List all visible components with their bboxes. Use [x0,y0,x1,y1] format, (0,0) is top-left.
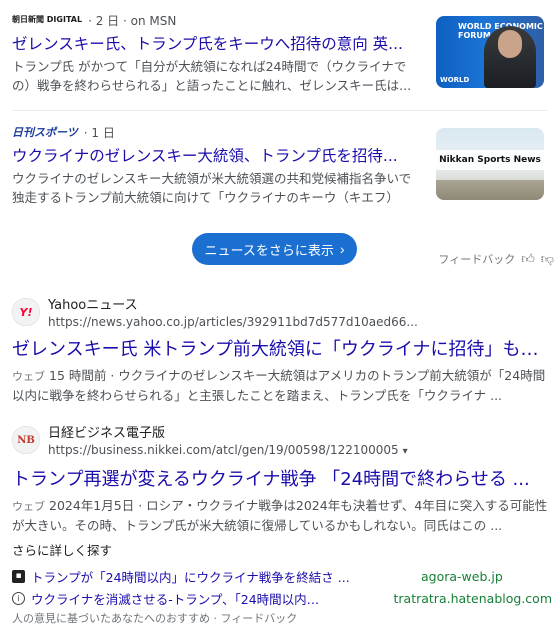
news-meta: · 2 日 · on MSN [88,13,177,28]
news-meta: · 1 日 [83,125,115,140]
explore-title[interactable]: トランプが「24時間以内」にウクライナ戦争を終結さ ... [31,567,351,586]
news-thumbnail[interactable]: Nikkan Sports News [436,128,544,200]
feedback-link[interactable]: フィードバック [438,251,515,267]
news-snippet: ウクライナのゼレンスキー大統領が米大統領選の共和党候補指名争いで独走するトランプ… [12,171,412,205]
news-item-1[interactable]: 朝日新聞 DIGITAL · 2 日 · on MSN ゼレンスキー氏、トランプ… [12,12,552,95]
result-title[interactable]: ゼレンスキー氏 米トランプ前大統領に「ウクライナに招待」も ... [12,338,542,362]
snippet-text: 15 時間前 · ウクライナのゼレンスキー大統領はアメリカのトランプ前大統領が「… [12,368,546,403]
site-url-text: https://business.nikkei.com/atcl/gen/19/… [48,443,399,457]
result-site[interactable]: Y! Yahooニュース https://news.yahoo.co.jp/ar… [12,298,552,330]
result-title[interactable]: トランプ再選が変えるウクライナ戦争 「24時間で終わらせる ... [12,468,542,492]
chevron-right-icon: › [339,241,345,257]
news-title[interactable]: ゼレンスキー氏、トランプ氏をキーウへ招待の意向 英... [12,33,422,55]
explore-domain: agora-web.jp [421,568,503,584]
search-result-2: NB 日経ビジネス電子版 https://business.nikkei.com… [12,426,552,534]
footer-partial-text: 人の意見に基づいたあなたへのおすすめ · フィードバック [12,612,298,625]
explore-item-1[interactable]: ▪ トランプが「24時間以内」にウクライナ戦争を終結さ ... agora-we… [12,567,552,585]
asahi-logo: 朝日新聞 DIGITAL [12,15,83,24]
site-favicon-icon: i [12,591,25,605]
explore-domain: tratratra.hatenablog.com [393,590,553,606]
result-snippet: ウェブ 2024年1月5日 · ロシア・ウクライナ戦争は2024年も決着せず、4年… [12,496,552,534]
result-snippet: ウェブ 15 時間前 · ウクライナのゼレンスキー大統領はアメリカのトランプ前大統… [12,366,552,404]
news-item-2[interactable]: 日刊スポーツ · 1 日 ウクライナのゼレンスキー大統領、トランプ氏を招待...… [12,124,552,207]
result-site[interactable]: NB 日経ビジネス電子版 https://business.nikkei.com… [12,426,552,460]
thumbs-up-icon[interactable]: 👍︎ [521,252,535,267]
yahoo-favicon-icon: Y! [12,298,40,326]
person-face [498,30,522,58]
more-news-label: ニュースをさらに表示 [204,242,334,258]
nikkei-favicon-icon: NB [12,426,40,454]
thumbnail-caption: Nikkan Sports News [436,150,544,170]
divider [12,110,548,111]
explore-item-2[interactable]: i ウクライナを消滅させる-トランプ、「24時間以内に ... tratratr… [12,589,552,607]
feedback-bar: フィードバック 👍︎ 👎︎ [438,251,554,267]
web-tag: ウェブ [12,500,45,513]
more-news-button[interactable]: ニュースをさらに表示 › [192,233,357,265]
more-options-icon[interactable]: ▾ [403,446,408,457]
site-url: https://news.yahoo.co.jp/articles/392911… [48,315,418,329]
news-title[interactable]: ウクライナのゼレンスキー大統領、トランプ氏を招待... [12,145,422,167]
web-tag: ウェブ [12,370,45,383]
news-thumbnail[interactable]: WORLD ECONOMIC FORUM WORLD [436,16,544,88]
site-name: Yahooニュース [48,298,138,313]
thumbs-down-icon[interactable]: 👎︎ [541,252,554,267]
nikkan-sports-logo: 日刊スポーツ [12,125,78,139]
site-url: https://business.nikkei.com/atcl/gen/19/… [48,442,408,460]
snippet-text: 2024年1月5日 · ロシア・ウクライナ戦争は2024年も決着せず、4年目に突… [12,498,548,533]
search-result-1: Y! Yahooニュース https://news.yahoo.co.jp/ar… [12,298,552,404]
site-favicon-icon: ▪ [12,569,25,583]
thumbnail-landscape [436,180,544,200]
site-name: 日経ビジネス電子版 [48,426,166,441]
news-snippet: トランプ氏 がかつて「自分が大統領になれば24時間で（ウクライナでの）戦争を終わ… [12,59,412,93]
explore-heading: さらに詳しく探す [12,543,113,558]
explore-title[interactable]: ウクライナを消滅させる-トランプ、「24時間以内に ... [31,589,324,608]
thumbnail-logo: WORLD [440,76,470,84]
